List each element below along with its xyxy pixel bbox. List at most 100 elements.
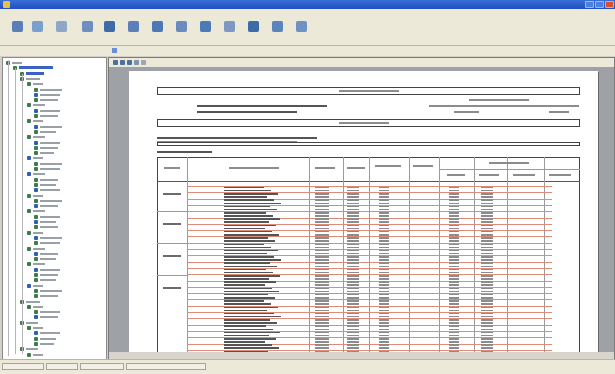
toolbar-button-1[interactable] [6,20,28,43]
table-cell-value [481,224,493,227]
table-cell-value [315,297,329,299]
table-cell-value [481,300,493,302]
table-cell-value [347,303,359,305]
tree-node-label [33,104,45,107]
table-cell-name [224,275,280,277]
document-icon [27,193,31,198]
document-icon [34,251,38,256]
table-cell-value [315,234,329,236]
table-cell-value [347,338,359,340]
table-cell-value [315,212,329,214]
table-cell-value [481,240,493,242]
table-cell-value [347,297,359,299]
toolbar-button-8[interactable] [170,20,192,43]
table-cell-value [481,275,493,277]
minimize-icon[interactable] [585,1,594,8]
next-page-icon[interactable] [127,60,132,65]
table-cell-value [315,227,329,230]
table-cell-value [315,218,329,220]
toolbar-button-13[interactable] [290,20,312,43]
group-label [163,287,181,289]
table-cell-value [449,300,459,302]
first-page-icon[interactable] [113,60,118,65]
table-cell-value [315,199,329,201]
toolbar-button-12[interactable] [266,20,288,43]
menu-item-2[interactable] [10,11,18,13]
table-cell-value [315,319,329,321]
tree-node-label [33,83,43,86]
report-param-value [454,111,479,113]
table-cell-value [379,265,389,268]
toolbar-button-9[interactable] [194,20,216,43]
document-icon [27,135,31,140]
tree-node-label [40,125,62,128]
document-icon [27,246,31,251]
document-icon [34,182,38,187]
table-cell-name [224,290,279,293]
toolbar-button-11[interactable] [242,20,264,43]
table-cell-value [481,312,493,315]
zoom-icon[interactable] [141,60,146,65]
table-header-label [315,167,335,169]
table-cell-value [315,271,329,274]
tab-report[interactable] [112,48,119,54]
table-cell-value [379,328,389,331]
last-page-icon[interactable] [134,60,139,65]
toolbar-button-10[interactable] [218,20,240,43]
maximize-icon[interactable] [595,1,604,8]
document-icon [34,331,38,336]
table-cell-value [379,256,389,258]
table-cell-value [379,300,389,302]
tree-node-label [40,274,58,276]
toolbar-button-7[interactable] [146,20,168,43]
table-cell-value [449,212,459,214]
table-cell-value [347,199,359,201]
menu-item-3[interactable] [19,11,27,13]
toolbar-button-5[interactable] [98,20,120,43]
tree-node-label [40,242,60,245]
table-header-label [164,167,180,169]
report-param-value [429,105,579,107]
table-cell-name [224,341,265,343]
table-cell-value [379,237,389,239]
table-cell-value [481,331,493,334]
prev-page-icon[interactable] [120,60,125,65]
table-cell-value [347,315,359,318]
table-cell-value [347,331,359,334]
table-cell-value [481,293,493,296]
toolbar-button-2[interactable] [26,20,48,43]
horizontal-scrollbar[interactable] [109,352,614,359]
table-cell-value [481,284,493,286]
tree-node-label [33,247,45,250]
document-icon [34,167,38,171]
table-cell-value [315,230,329,233]
table-cell-value [481,281,493,283]
table-cell-name [224,252,267,255]
table-cell-name [224,271,273,274]
toolbar-button-6[interactable] [122,20,144,43]
table-cell-value [481,322,493,324]
table-cell-value [315,341,329,343]
menu-item-1[interactable] [0,11,8,13]
table-cell-name [224,240,275,242]
toolbar-button-3[interactable] [50,20,72,43]
toolbar-button-4[interactable] [76,20,98,43]
menu-item-4[interactable] [29,11,37,13]
group-separator [157,211,187,212]
tree-node-label [33,210,45,213]
table-cell-value [347,234,359,236]
document-icon [34,98,38,103]
tree-node-label [40,99,58,102]
table-cell-value [449,319,459,321]
table-cell-name [224,234,279,236]
table-cell-value [379,246,389,249]
navigation-tree[interactable] [2,57,107,360]
tree-node-label [33,157,43,160]
menu-item-5[interactable] [38,11,46,13]
report-preview[interactable] [108,57,615,360]
tree-node-label [40,268,60,271]
table-cell-value [449,230,459,233]
table-cell-value [347,252,359,255]
close-icon[interactable] [605,1,614,8]
title-bar [0,0,615,9]
